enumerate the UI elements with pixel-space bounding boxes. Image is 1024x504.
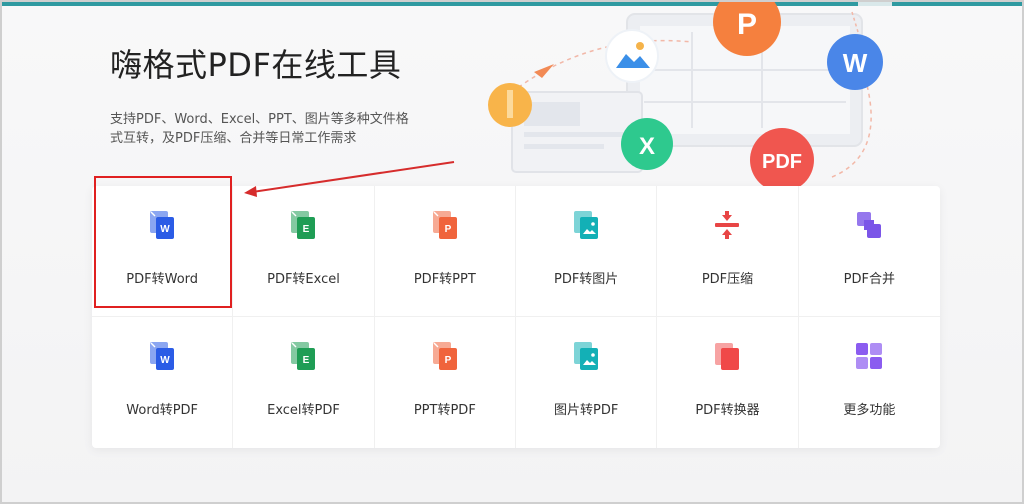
page: 嗨格式PDF在线工具 支持PDF、Word、Excel、PPT、图片等多种文件格… [0,0,1024,504]
ppt-to-pdf-icon: P [432,342,457,370]
tool-tile[interactable]: W Word转PDF [92,317,234,448]
tool-label: PDF转PPT [413,272,476,287]
svg-text:X: X [639,133,655,160]
tool-tile[interactable]: 图片转PDF [516,317,658,448]
image-to-pdf-icon [574,342,599,370]
tool-tile[interactable]: P PPT转PDF [375,317,516,448]
pdf-to-ppt-icon: P [432,211,457,239]
word-to-pdf-icon: W [150,342,175,370]
tool-label: PDF转换器 [695,403,760,418]
pdf-compress-icon [715,211,740,239]
tool-tile[interactable]: PDF转图片 [515,186,658,317]
tool-label: 更多功能 [843,403,896,418]
tool-tile[interactable]: PDF合并 [798,186,940,317]
svg-text:W: W [843,48,868,78]
svg-text:E: E [303,355,310,366]
svg-text:P: P [737,8,757,41]
svg-text:P: P [444,355,451,366]
tool-tile[interactable]: P PDF转PPT [374,186,516,317]
tool-label: PDF合并 [843,272,895,287]
svg-text:E: E [303,224,310,235]
more-functions-icon [856,343,883,369]
tool-label: Excel转PDF [267,403,340,418]
tool-tile[interactable]: PDF压缩 [657,186,799,317]
page-title: 嗨格式PDF在线工具 [110,46,402,84]
tool-label: PDF压缩 [701,272,754,287]
pdf-to-excel-icon: E [291,211,316,239]
pdf-converter-icon [715,343,740,370]
tool-label: PDF转Excel [267,272,340,287]
tool-label: Word转PDF [126,403,199,418]
svg-text:P: P [444,224,451,235]
page-description: 支持PDF、Word、Excel、PPT、图片等多种文件格式互转，及PDF压缩、… [110,112,409,146]
hero-illustration: P W X PDF [488,2,883,192]
tool-label: 图片转PDF [553,403,619,418]
tool-tile[interactable]: 更多功能 [799,317,940,448]
tool-label: PPT转PDF [413,403,476,418]
tool-tile[interactable]: PDF转换器 [657,317,799,448]
annotation-highlight-box [94,176,232,308]
tool-label: PDF转图片 [553,272,619,287]
tool-tile[interactable]: E PDF转Excel [233,186,375,317]
pdf-merge-icon [857,212,882,238]
svg-text:W: W [160,355,170,366]
excel-to-pdf-icon: E [291,342,316,370]
pdf-to-image-icon [574,211,599,239]
svg-text:PDF: PDF [762,151,802,173]
tool-tile[interactable]: E Excel转PDF [233,317,375,448]
